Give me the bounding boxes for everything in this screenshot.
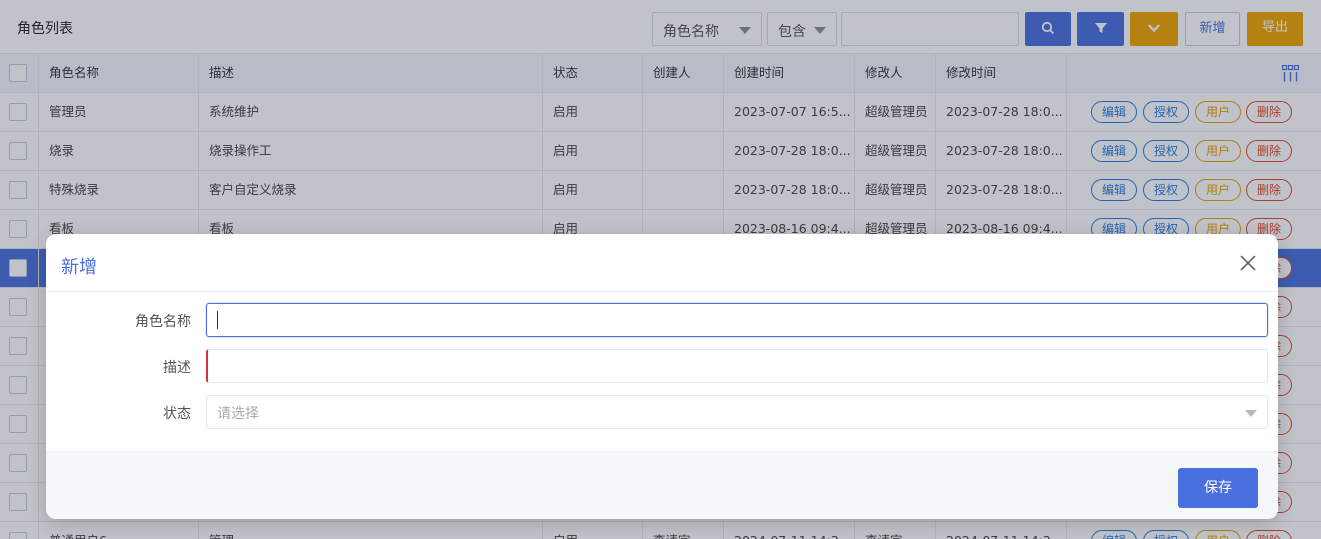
dialog-footer: 保存 (46, 451, 1278, 519)
role-name-input[interactable] (206, 303, 1268, 337)
caret-down-icon (1245, 410, 1257, 417)
text-cursor (217, 311, 218, 329)
status-placeholder: 请选择 (217, 406, 259, 422)
status-select[interactable]: 请选择 (206, 395, 1268, 429)
close-icon[interactable] (1238, 253, 1258, 273)
form-row-name: 角色名称 (46, 303, 1278, 337)
description-input[interactable] (206, 349, 1268, 383)
status-label: 状态 (163, 406, 191, 422)
dialog-title: 新增 (61, 257, 97, 278)
form-row-status: 状态 请选择 (46, 395, 1278, 429)
dialog-header: 新增 (46, 234, 1278, 292)
save-button[interactable]: 保存 (1178, 468, 1258, 508)
name-label: 角色名称 (135, 314, 191, 330)
form-row-desc: 描述 (46, 349, 1278, 383)
desc-label: 描述 (163, 360, 191, 376)
add-role-dialog: 新增 角色名称 描述 状态 请选择 保存 (46, 234, 1278, 519)
